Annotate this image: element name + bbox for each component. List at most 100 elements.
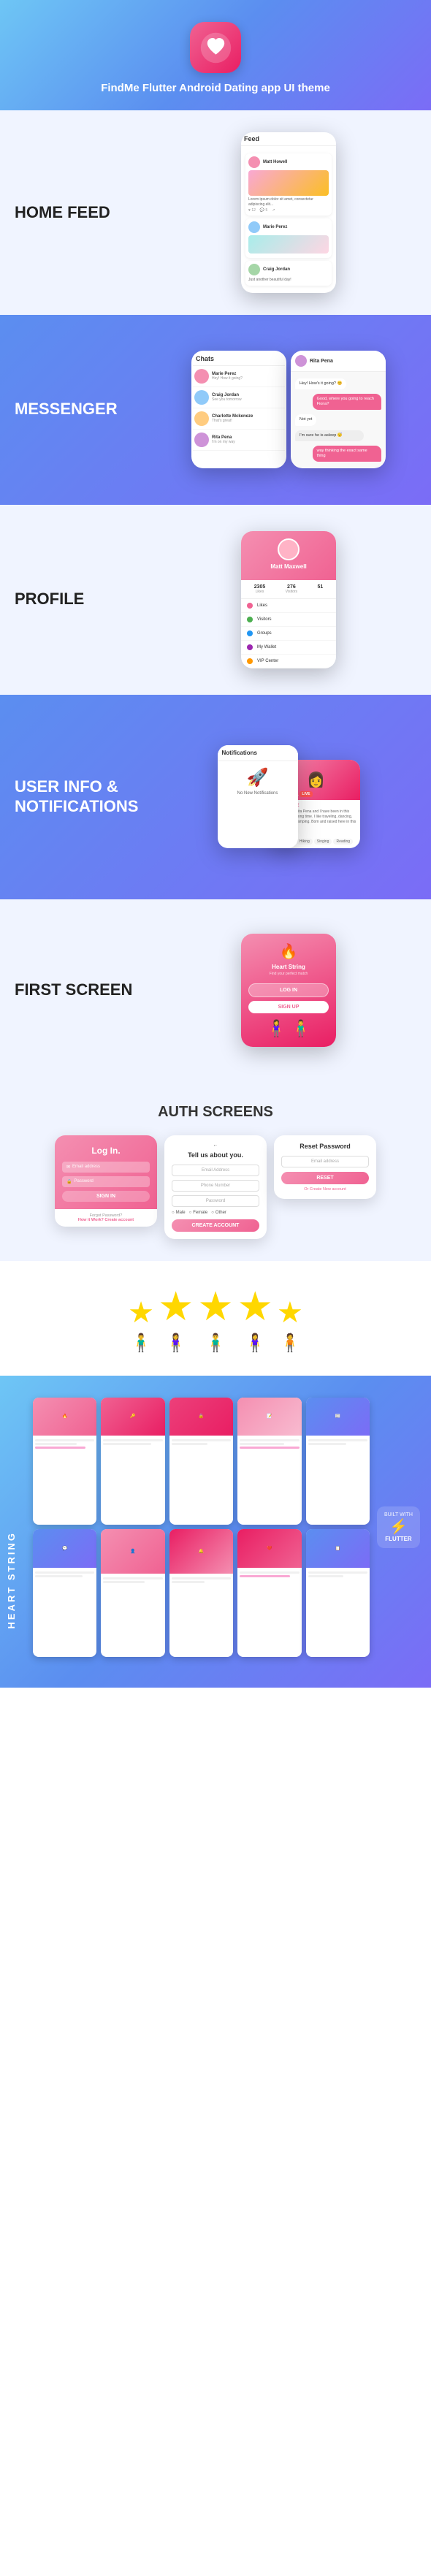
profile-mockup: Matt Maxwell 2305 Likes 276 Visitors 51 xyxy=(161,531,416,668)
about-screen: ← Tell us about you. Email Address Phone… xyxy=(164,1135,267,1239)
chat-item-4[interactable]: Rita Pena I'm on my way xyxy=(193,430,285,451)
stat-other-num: 51 xyxy=(317,584,323,590)
mini-line-16 xyxy=(103,1581,145,1583)
feed-actions-1: ♥ 12 💬 5 ↗ xyxy=(248,208,329,213)
mini-phone-body-3 xyxy=(169,1436,233,1449)
mini-line-14 xyxy=(35,1575,83,1577)
chat-avatar-2 xyxy=(194,390,209,405)
profile-phone: Matt Maxwell 2305 Likes 276 Visitors 51 xyxy=(241,531,336,668)
bubble-5: way thinking the exact same thing xyxy=(313,446,381,462)
hobby-tag-3: Singing xyxy=(314,839,332,845)
person-4: 🧍‍♀️ xyxy=(244,1333,266,1354)
hobby-tag-4: Reading xyxy=(333,839,353,845)
first-app-name: Heart String xyxy=(248,964,329,970)
create-account-link[interactable]: How it Work? Create account xyxy=(62,1218,150,1222)
profile-stats: 2305 Likes 276 Visitors 51 xyxy=(241,580,336,599)
gender-male-label: Male xyxy=(176,1211,186,1215)
flutter-badge-container: BUILT WITH ⚡ FLUTTER xyxy=(377,1506,420,1548)
login-password-input[interactable]: 🔒 Password xyxy=(62,1176,150,1187)
mini-phone-top-6: 💬 xyxy=(33,1529,96,1567)
menu-groups-label: Groups xyxy=(257,631,272,636)
mini-phone-body-8 xyxy=(169,1574,233,1587)
notif-title: Notifications xyxy=(218,745,298,761)
feed-like-1[interactable]: ♥ 12 xyxy=(248,208,256,213)
profile-top: Matt Maxwell xyxy=(241,531,336,580)
radio-other[interactable]: ○ xyxy=(211,1211,214,1215)
mini-phone-3: 🔒 xyxy=(169,1398,233,1525)
message-bubbles: Hey! How's it going? 😊 Good, where you g… xyxy=(295,376,381,464)
illustration-figure-2: 🧍‍♂️ xyxy=(291,1019,310,1037)
mini-phone-5: 📰 xyxy=(306,1398,370,1525)
bubble-3: Not yet xyxy=(295,414,316,425)
mini-line-13 xyxy=(35,1571,94,1574)
signup-button[interactable]: SIGN UP xyxy=(248,1001,329,1013)
first-screen-label-container: FIRST SCREEN xyxy=(15,980,161,999)
mini-phone-top-5: 📰 xyxy=(306,1398,370,1436)
stat-likes-label: Likes xyxy=(254,590,266,594)
feed-card-2: Marie Perez xyxy=(245,218,332,258)
chat-avatar-1 xyxy=(194,369,209,384)
app-logo xyxy=(190,22,241,73)
gender-female[interactable]: ○ Female xyxy=(189,1211,208,1215)
chat-list: Chats Marie Perez Hey! How it going? Cra… xyxy=(191,351,286,452)
login-bottom: Forgot Password? How it Work? Create acc… xyxy=(55,1209,157,1227)
chat-msg-3: That's great! xyxy=(212,419,283,423)
menu-likes[interactable]: Likes xyxy=(241,599,336,613)
stat-other: 51 xyxy=(317,584,323,594)
header: FindMe Flutter Android Dating app UI the… xyxy=(0,0,431,110)
messenger-label-container: MESSENGER xyxy=(15,400,161,419)
create-account-button[interactable]: CREATE ACCOUNT xyxy=(172,1219,259,1232)
about-password-input[interactable]: Password xyxy=(172,1195,259,1207)
mini-line-11 xyxy=(308,1439,367,1441)
stat-visitors: 276 Visitors xyxy=(286,584,297,594)
radio-male[interactable]: ○ xyxy=(172,1211,175,1215)
about-email-input[interactable]: Email Address xyxy=(172,1165,259,1176)
mini-phone-body-1 xyxy=(33,1436,96,1452)
feed-content: Matt Howell Lorem ipsum dolor sit amet, … xyxy=(241,146,336,293)
feed-avatar-1 xyxy=(248,156,260,168)
gender-other[interactable]: ○ Other xyxy=(211,1211,226,1215)
menu-wallet[interactable]: My Wallet xyxy=(241,641,336,655)
messenger-mockup: Chats Marie Perez Hey! How it going? Cra… xyxy=(161,351,416,468)
feed-share-1[interactable]: ↗ xyxy=(272,208,275,213)
gender-male[interactable]: ○ Male xyxy=(172,1211,186,1215)
menu-vip[interactable]: VIP Center xyxy=(241,655,336,668)
user-info-label-container: USER INFO &NOTIFICATIONS xyxy=(15,777,161,816)
bubble-4: I'm sure he is asleep 😴 xyxy=(295,430,364,441)
feed-text-1: Lorem ipsum dolor sit amet, consectetur … xyxy=(248,197,329,207)
about-screen-title: Tell us about you. xyxy=(172,1151,259,1159)
reset-email-input[interactable]: Email address xyxy=(281,1156,369,1167)
mini-phone-top-8: 🔔 xyxy=(169,1529,233,1574)
feed-comment-1[interactable]: 💬 5 xyxy=(260,208,267,213)
radio-female[interactable]: ○ xyxy=(189,1211,192,1215)
login-password-label: Password xyxy=(74,1179,93,1184)
profile-section: PROFILE Matt Maxwell 2305 Likes 276 Visi… xyxy=(0,505,431,695)
chat-item-1[interactable]: Marie Perez Hey! How it going? xyxy=(193,366,285,387)
messenger-section: MESSENGER Chats Marie Perez Hey! How it … xyxy=(0,315,431,505)
login-button[interactable]: LOG IN xyxy=(248,983,329,997)
menu-likes-label: Likes xyxy=(257,603,267,608)
mini-phone-6: 💬 xyxy=(33,1529,96,1657)
about-content: ← Tell us about you. Email Address Phone… xyxy=(164,1135,267,1239)
built-with-badge: BUILT WITH ⚡ FLUTTER xyxy=(377,1506,420,1548)
reset-content: Reset Password Email address RESET Or Cr… xyxy=(274,1135,376,1199)
about-phone-input[interactable]: Phone Number xyxy=(172,1180,259,1192)
user-info-label: USER INFO &NOTIFICATIONS xyxy=(15,777,161,816)
reset-create-link[interactable]: Or Create New account xyxy=(281,1187,369,1192)
login-email-input[interactable]: ✉ Email address xyxy=(62,1162,150,1173)
notif-empty-icon: 🚀 xyxy=(222,767,294,788)
star-group-3: ★ 🧍‍♂️ xyxy=(197,1283,233,1354)
mini-phone-body-7 xyxy=(101,1574,164,1587)
mini-line-10 xyxy=(240,1447,299,1449)
feed-name-2: Marie Perez xyxy=(263,225,287,229)
menu-groups[interactable]: Groups xyxy=(241,627,336,641)
chat-item-3[interactable]: Charlotte Mckeneze That's great! xyxy=(193,408,285,430)
feed-name-3: Craig Jordan xyxy=(263,267,290,272)
reset-button[interactable]: RESET xyxy=(281,1172,369,1184)
chat-item-2[interactable]: Craig Jordan See you tomorrow xyxy=(193,387,285,408)
feed-card-1-header: Matt Howell xyxy=(248,156,329,168)
login-title: Log In. xyxy=(62,1146,150,1156)
menu-visitors[interactable]: Visitors xyxy=(241,613,336,627)
signin-button[interactable]: SIGN IN xyxy=(62,1191,150,1202)
back-arrow[interactable]: ← xyxy=(172,1143,259,1148)
